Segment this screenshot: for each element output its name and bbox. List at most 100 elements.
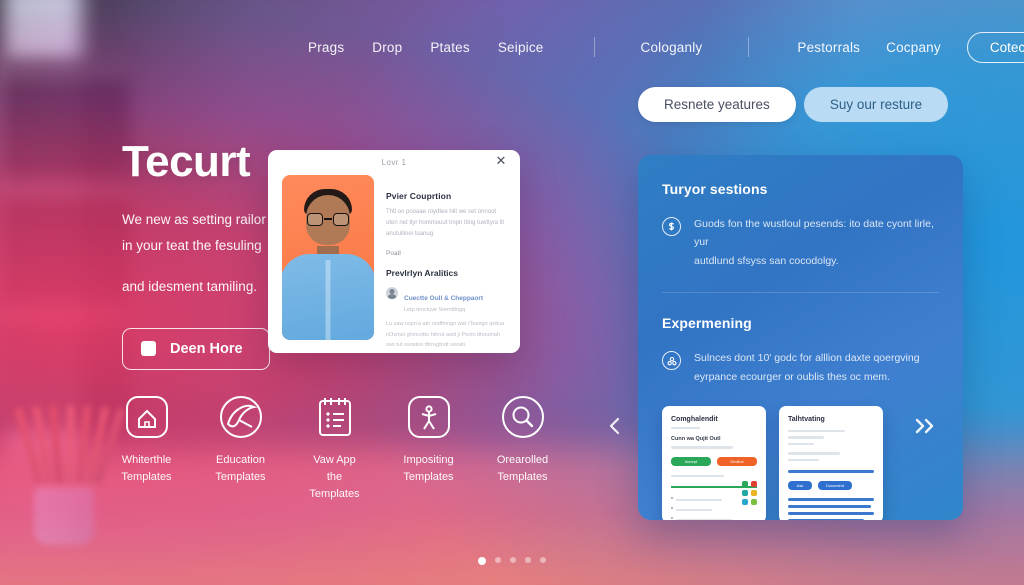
feature-label-line2: Templates bbox=[121, 471, 172, 484]
nav-links-middle: Cologanly bbox=[593, 37, 750, 57]
panel-section1-title: Turyor sestions bbox=[662, 181, 768, 197]
panel-section1-text2: autdlund sfsyss san cocodolgy. bbox=[694, 254, 839, 267]
card-title: Pvier Couprtion bbox=[386, 191, 452, 201]
glasses-icon bbox=[307, 213, 349, 226]
thumb-title: Talhtvating bbox=[788, 415, 825, 423]
hero-pill-buttons: Resnete yeatures Suy our resture bbox=[638, 87, 949, 122]
thumb-accept-button[interactable]: Accept bbox=[671, 456, 711, 466]
avatar-shirt bbox=[282, 254, 374, 340]
list-item bbox=[671, 515, 757, 520]
thumbnail-card-comghalendit[interactable]: Comghalendit Cunn wa Qujit Outl Accept D… bbox=[662, 405, 766, 520]
carousel-dot-4[interactable] bbox=[525, 557, 531, 563]
nav-link-cocpany[interactable]: Cocpany bbox=[886, 40, 941, 55]
thumb-document-button[interactable]: Document bbox=[818, 481, 852, 491]
nav-divider-1 bbox=[593, 37, 595, 57]
status-icon-green bbox=[742, 480, 748, 487]
panel-divider bbox=[662, 292, 939, 294]
card-subtitle: Poatl bbox=[386, 250, 401, 258]
panel-thumbnails: Comghalendit Cunn wa Qujit Outl Accept D… bbox=[662, 405, 939, 520]
chevron-left-icon[interactable] bbox=[603, 412, 625, 440]
feature-item-impositing[interactable]: Impositing Templates bbox=[400, 393, 457, 503]
deen-hore-button[interactable]: Deen Hore bbox=[122, 327, 270, 370]
status-icon-red bbox=[751, 480, 757, 487]
status-icon-cyan bbox=[742, 498, 748, 505]
nav-link-cologanly[interactable]: Cologanly bbox=[641, 40, 703, 55]
list-item bbox=[671, 505, 757, 512]
dollar-circle-icon bbox=[662, 217, 681, 236]
carousel-pagination bbox=[0, 557, 1024, 565]
feature-label-line2: Templates bbox=[309, 488, 360, 501]
carousel-dot-5[interactable] bbox=[540, 557, 546, 563]
thumb-buttons: Accept Decline bbox=[671, 456, 757, 466]
feature-icon-row: Whiterthle Templates Education Templates bbox=[118, 393, 551, 503]
status-icon-lime bbox=[751, 498, 757, 505]
swoosh-icon bbox=[217, 393, 265, 441]
thumb-buttons: Ask Document bbox=[788, 481, 874, 491]
carousel-dot-2[interactable] bbox=[495, 557, 501, 563]
feature-label-line1: Orearolled bbox=[496, 454, 549, 466]
panel-section2-title: Expermening bbox=[662, 315, 752, 332]
nav-divider-2 bbox=[748, 37, 750, 57]
card-section-title: Prevlrlyn Aralitics bbox=[386, 268, 458, 279]
card-contact-row[interactable]: Cuectte Oull & Cheppaort Letp tenctuve S… bbox=[386, 287, 506, 313]
person-icon bbox=[405, 393, 453, 441]
close-icon[interactable]: ✕ bbox=[494, 154, 508, 168]
card-header: Lovr 1 ✕ bbox=[268, 150, 520, 175]
carousel-dot-1[interactable] bbox=[478, 557, 486, 565]
contact-name: Cuectte Oull & Cheppaort bbox=[404, 295, 484, 303]
feature-label-line1: Education bbox=[216, 454, 265, 466]
thumb-decline-button[interactable]: Decline bbox=[717, 456, 757, 466]
thumbnail-card-talhtvating[interactable]: Talhtvating Ask Document bbox=[779, 405, 883, 520]
thumb-ask-button[interactable]: Ask bbox=[788, 481, 812, 491]
feature-item-education[interactable]: Education Templates bbox=[212, 393, 269, 503]
suy-our-resture-button[interactable]: Suy our resture bbox=[803, 87, 949, 122]
contact-role: Letp tenctuve Sremttingq bbox=[404, 307, 466, 314]
carousel-dot-3[interactable] bbox=[510, 557, 516, 563]
thumb-list bbox=[671, 480, 757, 520]
square-icon bbox=[141, 341, 156, 357]
resnete-yeatures-button[interactable]: Resnete yeatures bbox=[638, 87, 796, 122]
user-circle-icon bbox=[662, 351, 681, 371]
card-paragraph: Thtl oo pooaae roydtee hlit we set onnoo… bbox=[386, 209, 505, 237]
info-panel: Turyor sestions Guods fon the wustloul p… bbox=[638, 155, 963, 520]
card-text-column: Pvier Couprtion Thtl oo pooaae roydtee h… bbox=[386, 175, 520, 353]
top-navigation: Prags Drop Ptates Seipice Cologanly Pest… bbox=[0, 30, 1024, 64]
feature-item-orearolled[interactable]: Orearolled Templates bbox=[494, 393, 551, 503]
feature-label-line1: Whiterthle bbox=[121, 454, 172, 466]
thumb-status-icons bbox=[742, 480, 757, 505]
feature-item-vaw-app[interactable]: Vaw App the Templates bbox=[306, 393, 363, 503]
contact-avatar-icon bbox=[386, 287, 398, 300]
panel-section1-text1: Guods fon the wustloul pesends: ito date… bbox=[694, 218, 934, 249]
feature-label-line2: Templates bbox=[403, 471, 454, 484]
feature-label-line2: Templates bbox=[215, 471, 266, 484]
panel-section2-text1: Sulnces dont 10' godc for alllion daxte … bbox=[694, 352, 920, 365]
nav-link-seipice[interactable]: Seipice bbox=[498, 40, 544, 55]
contact-button[interactable]: Cotect bbox=[966, 31, 1024, 63]
nav-link-drop[interactable]: Drop bbox=[372, 40, 402, 55]
nav-link-ptates[interactable]: Ptates bbox=[430, 40, 469, 55]
status-icon-yellow bbox=[751, 489, 757, 496]
feature-item-whiterthle[interactable]: Whiterthle Templates bbox=[118, 393, 175, 503]
nav-links-left: Prags Drop Ptates Seipice bbox=[308, 40, 544, 55]
clipboard-list-icon bbox=[311, 393, 359, 441]
avatar bbox=[282, 175, 374, 340]
panel-section2-text2: eyrpance ecourger or oublis thes oc mem. bbox=[694, 370, 891, 383]
feature-label-line1: Impositing bbox=[403, 454, 454, 466]
nav-link-prags[interactable]: Prags bbox=[308, 40, 344, 55]
status-icon-teal bbox=[742, 489, 748, 496]
home-icon bbox=[123, 393, 171, 441]
panel-section2-item: Sulnces dont 10' godc for alllion daxte … bbox=[662, 349, 939, 386]
panel-section1-item: Guods fon the wustloul pesends: ito date… bbox=[662, 215, 939, 270]
feature-label-line2: Templates bbox=[497, 471, 548, 484]
nav-links-right: Pestorrals Cocpany Cotect bbox=[797, 31, 1024, 63]
card-header-label: Lovr 1 bbox=[381, 158, 407, 167]
profile-preview-card[interactable]: Lovr 1 ✕ Pvier Couprtion Thtl oo pooaae … bbox=[268, 150, 520, 353]
nav-link-pestorrals[interactable]: Pestorrals bbox=[797, 40, 860, 55]
search-icon bbox=[499, 393, 547, 441]
feature-label-line1: Vaw App the bbox=[313, 454, 356, 484]
double-chevron-right-icon[interactable] bbox=[910, 412, 940, 440]
thumb-title: Comghalendit bbox=[671, 415, 718, 423]
card-body: Pvier Couprtion Thtl oo pooaae roydtee h… bbox=[268, 175, 520, 353]
card-contact-text: Lu saw nspn'a atn nodfmngn wat rTeango q… bbox=[386, 321, 505, 348]
thumb-subtitle: Cunn wa Qujit Outl bbox=[671, 436, 721, 443]
